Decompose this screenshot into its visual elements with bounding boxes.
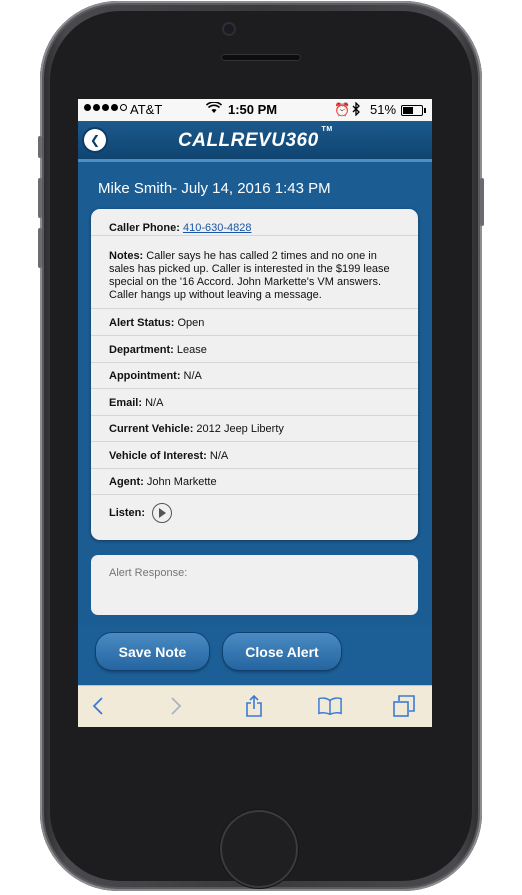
appointment-label: Appointment: <box>109 370 181 382</box>
back-button[interactable]: ❮ <box>84 129 106 151</box>
callrevu-logo: CALLREVU360 TM <box>178 126 332 152</box>
email-value: N/A <box>145 397 164 409</box>
current-vehicle-label: Current Vehicle: <box>109 423 194 435</box>
notes-value: Caller says he has called 2 times and no… <box>109 250 390 301</box>
caller-phone-label: Caller Phone: <box>109 222 180 234</box>
alert-status-label: Alert Status: <box>109 317 175 329</box>
save-note-button[interactable]: Save Note <box>96 633 209 670</box>
bluetooth-icon <box>352 101 361 119</box>
department-value: Lease <box>176 344 207 356</box>
mute-switch <box>38 136 42 158</box>
play-icon[interactable] <box>152 503 173 523</box>
caller-phone-row: Caller Phone: 410-630-4828 <box>91 209 418 236</box>
appointment-row: Appointment: N/A <box>91 362 418 389</box>
listen-row: Listen: <box>91 495 418 535</box>
department-label: Department: <box>109 344 174 356</box>
battery-icon <box>401 105 426 116</box>
vehicle-interest-row: Vehicle of Interest: N/A <box>91 442 418 469</box>
caller-phone-link[interactable]: 410-630-4828 <box>183 222 252 234</box>
close-alert-button[interactable]: Close Alert <box>223 633 341 670</box>
share-icon[interactable] <box>242 694 266 718</box>
back-icon[interactable] <box>86 694 110 718</box>
email-label: Email: <box>109 397 143 409</box>
carrier-name: AT&T <box>130 102 163 117</box>
alert-title: Mike Smith- July 14, 2016 1:43 PM <box>98 180 331 197</box>
vehicle-interest-label: Vehicle of Interest: <box>109 450 207 462</box>
wifi-icon <box>205 101 223 117</box>
alert-details-card: Caller Phone: 410-630-4828 Notes: Caller… <box>91 209 418 540</box>
notes-row: Notes: Caller says he has called 2 times… <box>91 236 418 309</box>
alert-status-value: Open <box>177 317 205 329</box>
tabs-icon[interactable] <box>392 694 416 718</box>
agent-value: John Markette <box>146 476 217 488</box>
appointment-value: N/A <box>183 370 202 382</box>
logo-text: CALLREVU360 <box>178 130 319 151</box>
current-vehicle-row: Current Vehicle: 2012 Jeep Liberty <box>91 415 418 442</box>
logo-trademark: TM <box>321 126 333 133</box>
front-camera <box>224 24 234 34</box>
browser-toolbar <box>78 685 432 727</box>
current-vehicle-value: 2012 Jeep Liberty <box>196 423 284 435</box>
agent-row: Agent: John Markette <box>91 468 418 495</box>
power-button <box>480 178 484 226</box>
alert-status-row: Alert Status: Open <box>91 309 418 336</box>
forward-icon[interactable] <box>164 694 188 718</box>
app-header: ❮ CALLREVU360 TM <box>78 121 432 162</box>
chevron-left-icon: ❮ <box>89 133 101 147</box>
alert-response-input[interactable] <box>91 555 418 615</box>
signal-icon <box>84 104 127 111</box>
action-bar: Save Note Close Alert <box>78 625 432 685</box>
department-row: Department: Lease <box>91 336 418 363</box>
vehicle-interest-value: N/A <box>209 450 229 462</box>
status-bar: AT&T 1:50 PM ⏰ 51% <box>78 99 432 121</box>
alarm-icon: ⏰ <box>334 102 351 117</box>
bookmarks-icon[interactable] <box>318 694 342 718</box>
phone-screen: AT&T 1:50 PM ⏰ 51% ❮ CALLREVU360 TM Mike… <box>78 99 432 727</box>
volume-up-button <box>38 178 42 218</box>
volume-down-button <box>38 228 42 268</box>
notes-label: Notes: <box>109 250 144 262</box>
agent-label: Agent: <box>109 476 144 488</box>
earpiece-speaker <box>221 54 301 61</box>
home-button[interactable] <box>222 812 296 886</box>
status-time: 1:50 PM <box>228 102 278 117</box>
battery-percent: 51% <box>370 102 397 117</box>
listen-label: Listen: <box>109 506 146 519</box>
email-row: Email: N/A <box>91 389 418 416</box>
